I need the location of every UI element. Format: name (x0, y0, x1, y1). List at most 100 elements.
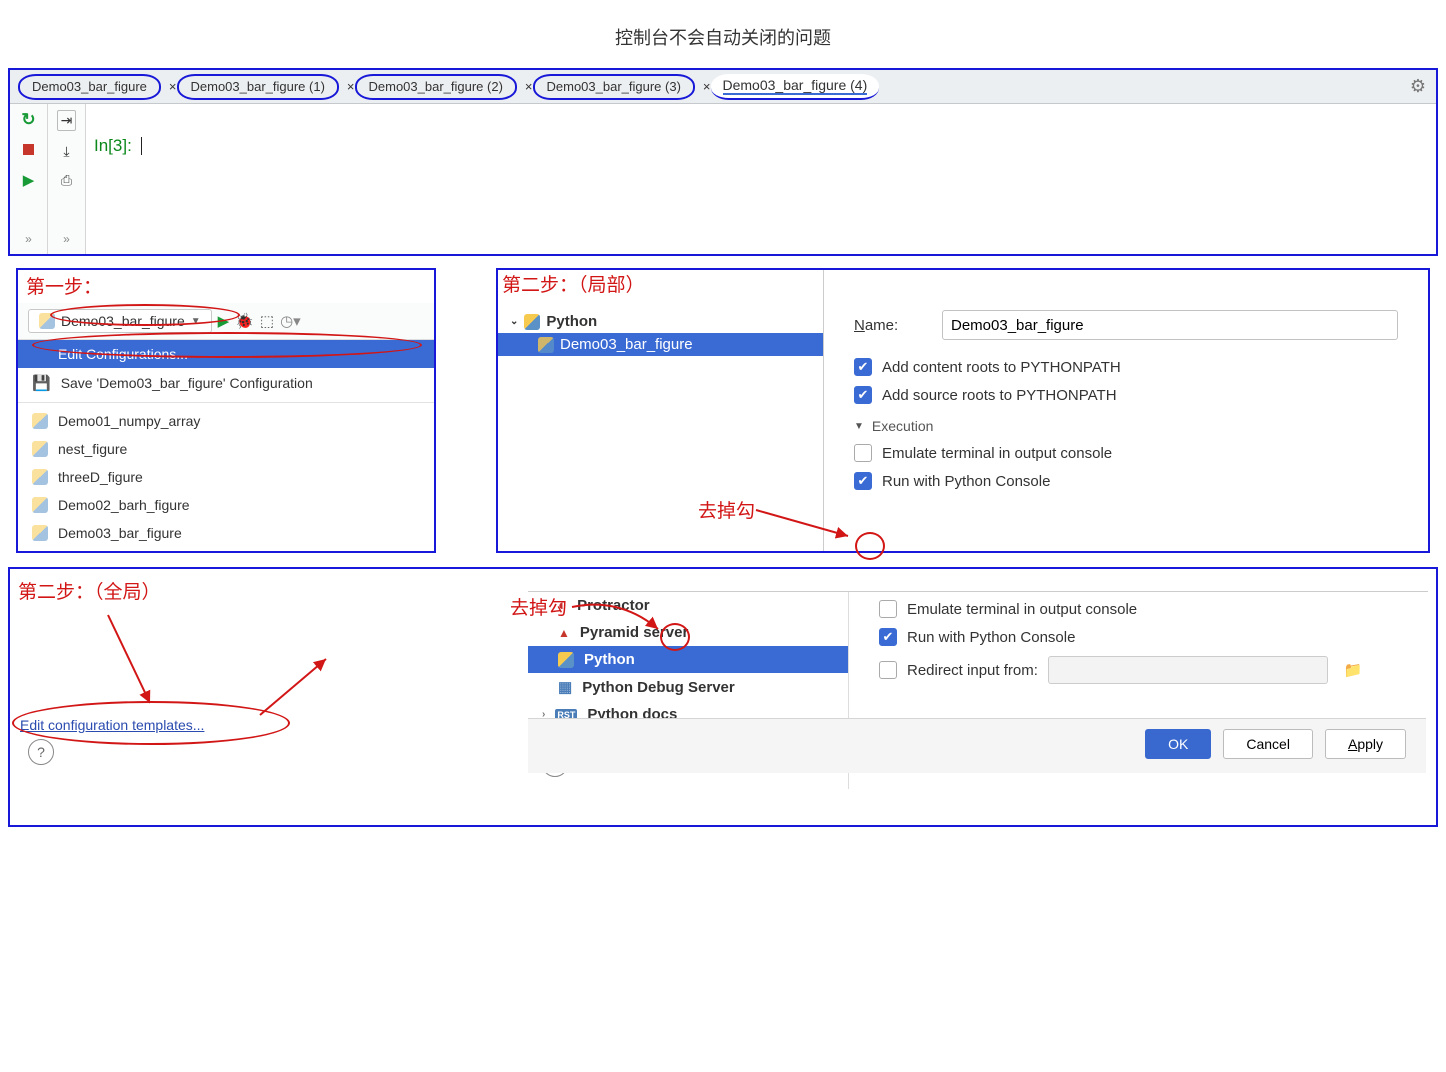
annotation-text: 去掉勾 (698, 496, 755, 523)
config-item[interactable]: threeD_figure (18, 463, 434, 491)
apply-button[interactable]: Apply (1325, 729, 1406, 759)
config-label: Demo03_bar_figure (58, 525, 182, 541)
checkbox-icon (854, 444, 872, 462)
folder-icon[interactable]: 📁 (1344, 661, 1363, 679)
tab-label: Demo03_bar_figure (2) (369, 79, 503, 94)
redirect-input[interactable] (1048, 656, 1328, 684)
config-item[interactable]: nest_figure (18, 435, 434, 463)
config-label: threeD_figure (58, 469, 143, 485)
scroll-icon[interactable]: ⤓ (63, 143, 69, 160)
python-icon (558, 652, 574, 668)
profile-icon[interactable]: ◷▾ (280, 312, 301, 330)
add-content-row[interactable]: ✔Add content roots to PYTHONPATH (854, 358, 1398, 376)
tab-3[interactable]: Demo03_bar_figure (3) (533, 74, 695, 100)
annotation-arrow (106, 613, 166, 713)
print-icon[interactable]: ⎙ (61, 172, 72, 189)
close-icon[interactable]: × (525, 79, 533, 94)
checkbox-icon: ✔ (854, 472, 872, 490)
close-icon[interactable]: × (347, 79, 355, 94)
checkbox-icon: ✔ (854, 386, 872, 404)
console-panel: Demo03_bar_figure × Demo03_bar_figure (1)… (8, 68, 1438, 256)
console-body: ↻ ▶ » ⇥ ⤓ ⎙ » In[3]: (10, 104, 1436, 254)
cancel-button[interactable]: Cancel (1223, 729, 1313, 759)
tree-item[interactable]: Demo03_bar_figure (498, 333, 823, 356)
run-console-row[interactable]: ✔ Run with Python Console (854, 472, 1398, 490)
tab-4[interactable]: Demo03_bar_figure (4) (711, 74, 880, 100)
annotation-arrow (570, 603, 670, 643)
tmpl-python[interactable]: Python (528, 646, 848, 673)
rerun-icon[interactable]: ↻ (21, 110, 35, 130)
tree-root-label: Python (546, 313, 597, 330)
config-label: Demo01_numpy_array (58, 413, 200, 429)
name-label: Name: (854, 317, 926, 334)
tab-2[interactable]: Demo03_bar_figure (2) (355, 74, 517, 100)
ok-button[interactable]: OK (1145, 729, 1211, 759)
chk-label: Run with Python Console (882, 473, 1050, 490)
emulate-row[interactable]: Emulate terminal in output console (879, 600, 1398, 618)
more-icon[interactable]: » (63, 232, 70, 246)
emulate-row[interactable]: Emulate terminal in output console (854, 444, 1398, 462)
wrap-icon[interactable]: ⇥ (57, 110, 77, 131)
debug-icon: ▦ (558, 678, 572, 696)
config-label: nest_figure (58, 441, 127, 457)
tmpl-label: Python (584, 651, 635, 668)
close-icon[interactable]: × (703, 79, 711, 94)
tab-0[interactable]: Demo03_bar_figure (18, 74, 161, 100)
play-icon[interactable]: ▶ (23, 171, 35, 189)
step2-local-label: 第二步：（局部） (502, 270, 645, 297)
checkbox-icon (879, 661, 897, 679)
annotation-text: 去掉勾 (510, 593, 567, 620)
chk-label: Emulate terminal in output console (882, 445, 1112, 462)
page-title: 控制台不会自动关闭的问题 (0, 0, 1446, 68)
chk-label: Add source roots to PYTHONPATH (882, 387, 1117, 404)
more-icon[interactable]: » (25, 232, 32, 246)
help-icon-outer[interactable]: ? (28, 739, 54, 765)
python-icon (524, 314, 540, 330)
tmpl-label: Python Debug Server (582, 679, 735, 696)
config-item[interactable]: Demo03_bar_figure (18, 519, 434, 547)
chevron-down-icon: ▼ (854, 421, 864, 432)
annotation-arrow (254, 655, 334, 725)
tab-bar: Demo03_bar_figure × Demo03_bar_figure (1)… (10, 70, 1436, 104)
coverage-icon[interactable]: ⬚ (260, 312, 274, 330)
save-configuration[interactable]: 💾 Save 'Demo03_bar_figure' Configuration (18, 368, 434, 398)
python-icon (538, 337, 554, 353)
python-icon (32, 525, 48, 541)
tree-root[interactable]: ⌄ Python (498, 310, 823, 333)
execution-section[interactable]: ▼ Execution (854, 418, 1398, 434)
save-configuration-label: Save 'Demo03_bar_figure' Configuration (61, 375, 313, 391)
name-row: Name: (854, 310, 1398, 340)
tab-label: Demo03_bar_figure (32, 79, 147, 94)
config-item[interactable]: Demo02_barh_figure (18, 491, 434, 519)
pyramid-icon: ▲ (558, 626, 570, 640)
name-input[interactable] (942, 310, 1398, 340)
run-console-row[interactable]: ✔Run with Python Console (879, 628, 1398, 646)
chk-label: Redirect input from: (907, 662, 1038, 679)
gear-icon[interactable]: ⚙ (1410, 76, 1436, 97)
python-icon (32, 469, 48, 485)
chk-label: Add content roots to PYTHONPATH (882, 359, 1121, 376)
step2-local-panel: 第二步：（局部） ⌄ Python Demo03_bar_figure Name… (496, 268, 1430, 553)
add-source-row[interactable]: ✔ Add source roots to PYTHONPATH (854, 386, 1398, 404)
tab-1[interactable]: Demo03_bar_figure (1) (177, 74, 339, 100)
chk-label: Emulate terminal in output console (907, 601, 1137, 618)
config-form: Name: ✔Add content roots to PYTHONPATH ✔… (824, 270, 1428, 551)
tab-label: Demo03_bar_figure (3) (547, 79, 681, 94)
step1-label: 第一步： (18, 270, 434, 303)
tmpl-debug-server[interactable]: ▦ Python Debug Server (528, 673, 848, 701)
close-icon[interactable]: × (169, 79, 177, 94)
checkbox-icon (879, 600, 897, 618)
section-label: Execution (872, 418, 933, 434)
dialog-buttons: OK Cancel Apply (528, 718, 1426, 773)
checkbox-icon: ✔ (879, 628, 897, 646)
left-gutter: ↻ ▶ » (10, 104, 48, 254)
prompt: In[3]: (94, 136, 137, 155)
console-text[interactable]: In[3]: (86, 104, 1436, 254)
config-item[interactable]: Demo01_numpy_array (18, 407, 434, 435)
step1-panel: 第一步： Demo03_bar_figure ▼ ▶ 🐞 ⬚ ◷▾ Edit C… (16, 268, 436, 553)
left-gutter2: ⇥ ⤓ ⎙ » (48, 104, 86, 254)
step2-global-panel: 第二步：（全局） ◐Protractor ▲Pyramid server Pyt… (8, 567, 1438, 827)
stop-icon[interactable] (23, 142, 34, 159)
redirect-row[interactable]: Redirect input from: 📁 (879, 656, 1398, 684)
annotation-ellipse (32, 332, 422, 358)
